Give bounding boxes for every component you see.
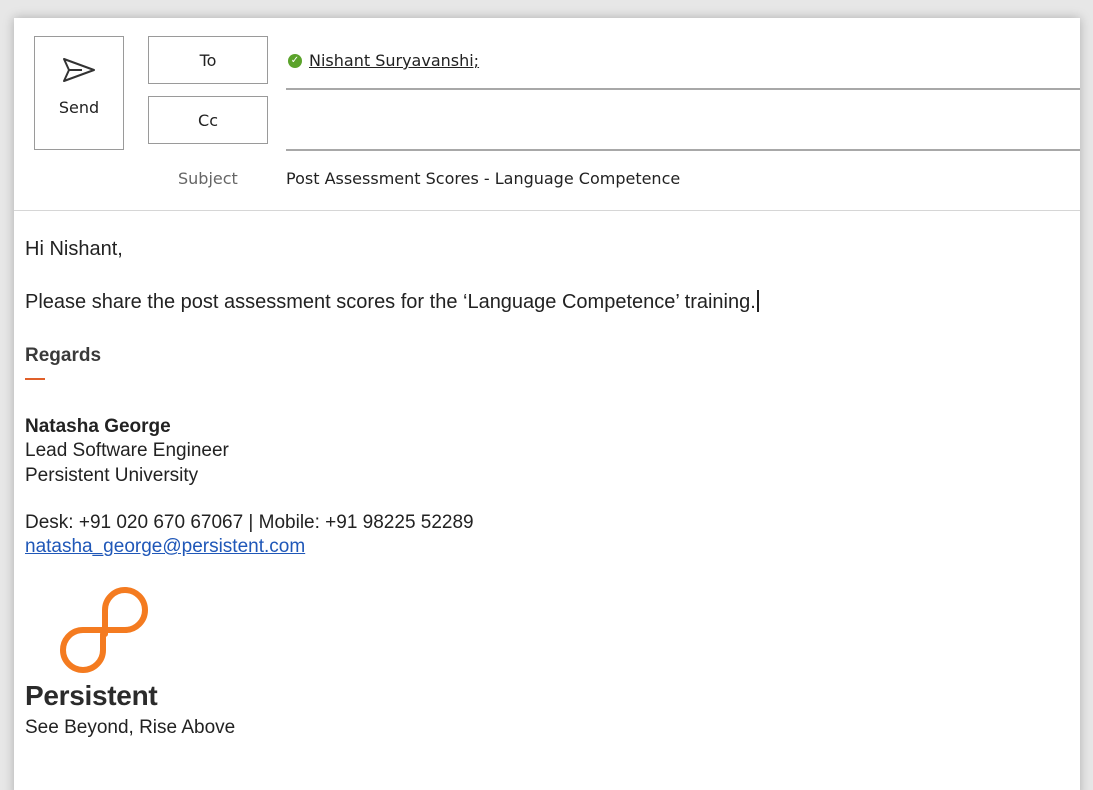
to-field-underline xyxy=(286,88,1080,90)
subject-input[interactable]: Post Assessment Scores - Language Compet… xyxy=(286,169,680,188)
regards-text: Regards xyxy=(25,345,102,366)
message-text: Please share the post assessment scores … xyxy=(25,290,759,314)
brand-tagline: See Beyond, Rise Above xyxy=(25,717,236,738)
cc-button[interactable]: Cc xyxy=(148,96,268,144)
to-field[interactable]: ✓ Nishant Suryavanshi; xyxy=(288,51,479,70)
check-circle-icon: ✓ xyxy=(288,53,302,68)
send-icon xyxy=(62,57,96,88)
message-line: Please share the post assessment scores … xyxy=(25,291,756,313)
signature-divider xyxy=(25,378,45,380)
greeting-text: Hi Nishant, xyxy=(25,238,123,260)
email-compose-window: Send To Cc ✓ Nishant Suryavanshi; Subjec… xyxy=(14,18,1080,790)
text-cursor xyxy=(756,290,759,312)
signature-organization: Persistent University xyxy=(25,465,199,486)
cc-field[interactable] xyxy=(286,149,1080,151)
signature-title: Lead Software Engineer xyxy=(25,440,229,461)
signature-phone: Desk: +91 020 670 67067 | Mobile: +91 98… xyxy=(25,512,474,533)
recipient-chip[interactable]: Nishant Suryavanshi; xyxy=(309,51,479,70)
signature-email-link[interactable]: natasha_george@persistent.com xyxy=(25,536,305,558)
signature-name: Natasha George xyxy=(25,416,171,437)
send-label: Send xyxy=(58,98,100,117)
persistent-logo-icon xyxy=(45,586,155,687)
subject-label: Subject xyxy=(178,169,238,188)
brand-name: Persistent xyxy=(25,680,158,711)
to-button[interactable]: To xyxy=(148,36,268,84)
compose-header: Send To Cc ✓ Nishant Suryavanshi; Subjec… xyxy=(14,18,1080,211)
send-button[interactable]: Send xyxy=(34,36,124,150)
